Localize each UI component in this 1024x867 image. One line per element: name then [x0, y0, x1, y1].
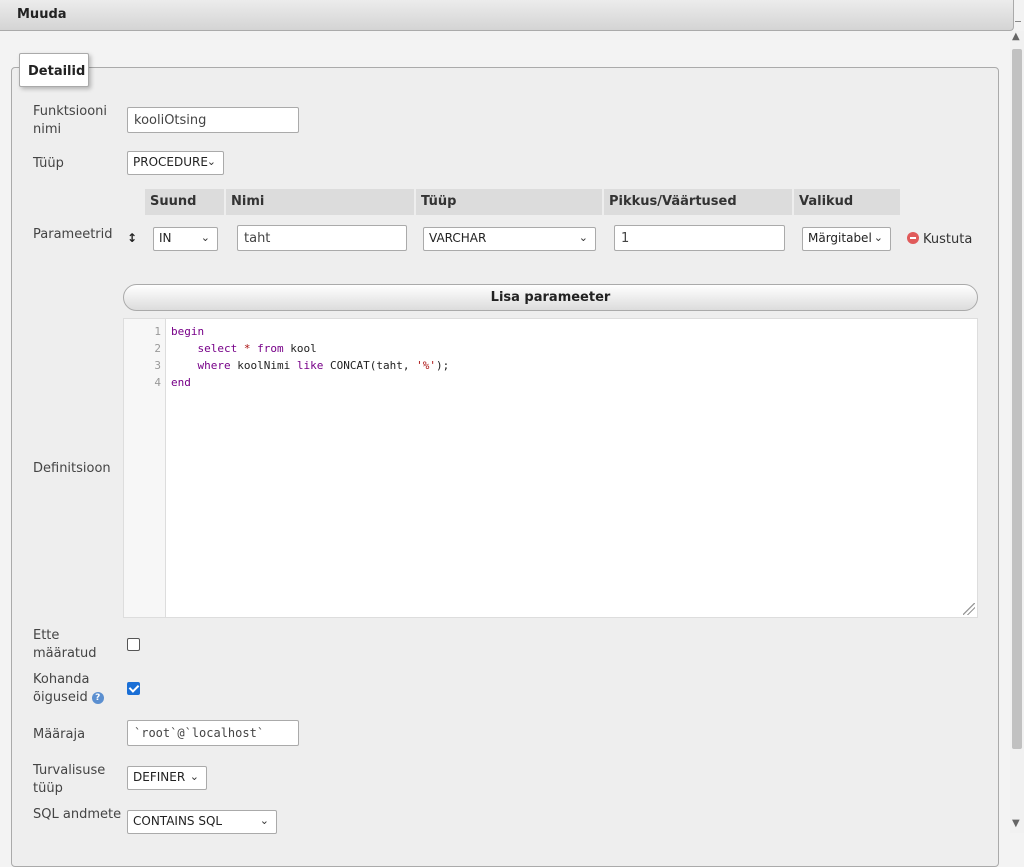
vertical-scrollbar[interactable]: ▲ ▼ [1010, 31, 1024, 833]
param-options-select[interactable]: Märgitabel ⌄ [802, 227, 891, 251]
chevron-down-icon: ⌄ [189, 770, 199, 783]
scroll-up-icon[interactable]: ▲ [1012, 31, 1020, 42]
type-select-value: PROCEDURE [133, 155, 208, 169]
param-direction-select[interactable]: IN ⌄ [153, 227, 218, 251]
scroll-down-icon[interactable]: ▼ [1012, 818, 1020, 829]
sql-data-access-label: SQL andmete [33, 807, 122, 822]
param-header-name: Nimi [226, 189, 414, 215]
add-parameter-button[interactable]: Lisa parameeter [123, 284, 978, 311]
minimize-icon[interactable] [1015, 8, 1021, 22]
param-type-select[interactable]: VARCHAR ⌄ [423, 227, 596, 251]
line-number: 2 [154, 342, 161, 355]
definer-label: Määraja [33, 727, 86, 742]
code-line: where koolNimi like CONCAT(taht, '%'); [197, 359, 450, 372]
param-header-options: Valikud [794, 189, 900, 215]
param-type-value: VARCHAR [429, 231, 487, 245]
dialog-titlebar[interactable]: Muuda [0, 0, 1021, 31]
param-length-input[interactable] [614, 225, 785, 251]
definer-input[interactable] [127, 720, 299, 746]
resize-handle-icon[interactable] [963, 603, 975, 615]
line-number: 4 [154, 376, 161, 389]
sql-data-access-value: CONTAINS SQL [133, 814, 223, 828]
editor-gutter: 1 2 3 4 [124, 319, 166, 617]
code-editor[interactable]: 1 2 3 4 begin select * from kool where k… [123, 318, 978, 618]
line-number: 1 [154, 325, 161, 338]
chevron-down-icon: ⌄ [200, 231, 210, 244]
delete-label: Kustuta [923, 232, 973, 247]
delete-icon [907, 232, 919, 244]
code-line: select * from kool [197, 342, 317, 355]
definition-label: Definitsioon [33, 461, 111, 476]
dialog-title: Muuda [17, 7, 67, 22]
param-direction-value: IN [159, 231, 172, 245]
adjust-privileges-text: Kohanda õiguseid [33, 672, 90, 705]
type-label: Tüüp [33, 156, 64, 171]
security-type-select[interactable]: DEFINER ⌄ [127, 766, 207, 790]
function-name-input[interactable] [127, 107, 299, 133]
param-options-value: Märgitabel [808, 231, 872, 245]
function-name-label: Funktsiooni nimi [33, 104, 108, 137]
drag-handle-icon[interactable]: ↕ [127, 231, 137, 245]
code-line: begin [171, 325, 205, 338]
deterministic-checkbox[interactable] [127, 638, 140, 651]
chevron-down-icon: ⌄ [578, 231, 588, 244]
param-header-type: Tüüp [416, 189, 602, 215]
chevron-down-icon: ⌄ [259, 814, 269, 827]
param-header-direction: Suund [145, 189, 224, 215]
code-line: end [171, 376, 191, 389]
type-select[interactable]: PROCEDURE ⌄ [127, 151, 224, 175]
chevron-down-icon: ⌄ [206, 155, 216, 168]
param-header-length: Pikkus/Väärtused [604, 189, 792, 215]
adjust-privileges-checkbox[interactable] [127, 682, 140, 695]
chevron-down-icon: ⌄ [873, 231, 883, 244]
parameters-label: Parameetrid [33, 227, 113, 242]
sql-data-access-select[interactable]: CONTAINS SQL ⌄ [127, 810, 277, 834]
security-type-label: Turvalisuse tüüp [33, 763, 106, 796]
delete-param-link[interactable]: Kustuta [907, 232, 972, 247]
line-number: 3 [154, 359, 161, 372]
scroll-thumb[interactable] [1012, 49, 1022, 749]
details-legend: Detailid [19, 53, 89, 87]
security-type-value: DEFINER [133, 770, 186, 784]
deterministic-label: Ette määratud [33, 628, 97, 661]
help-icon[interactable]: ? [91, 691, 104, 704]
param-name-input[interactable] [237, 225, 407, 251]
adjust-privileges-label: Kohanda õiguseid? [33, 671, 113, 707]
